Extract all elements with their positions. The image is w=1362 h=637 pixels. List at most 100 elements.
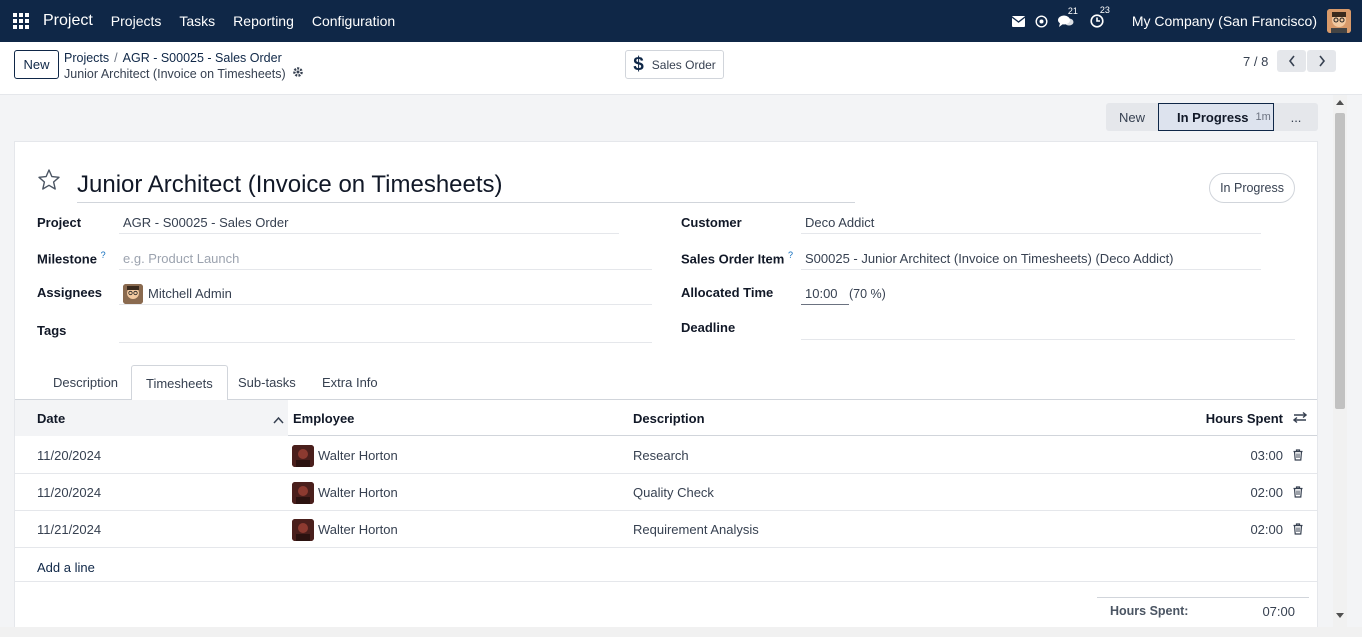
employee-name: Walter Horton [318,448,398,463]
app-grid-icon[interactable] [13,13,29,29]
sales-order-label: Sales Order [651,57,716,72]
breadcrumb-projects[interactable]: Projects [64,51,109,65]
milestone-field[interactable]: e.g. Product Launch [119,248,652,270]
trash-icon[interactable] [1293,523,1303,538]
table-footer-divider [15,581,1317,582]
gear-icon[interactable] [292,66,304,81]
employee-name: Walter Horton [318,522,398,537]
sales-order-item-label: Sales Order Item ? [681,250,793,266]
row-date[interactable]: 11/20/2024 [37,437,101,474]
row-employee[interactable]: Walter Horton [292,511,398,548]
scroll-up-icon[interactable] [1336,99,1344,105]
mail-icon[interactable] [1011,15,1025,27]
activities-icon[interactable]: 23 [1090,5,1110,28]
top-navbar: Project Projects Tasks Reporting Configu… [0,0,1362,42]
task-state-button[interactable]: In Progress [1209,173,1295,203]
customer-field[interactable]: Deco Addict [801,212,1261,234]
breadcrumb-separator: / [114,51,118,65]
customer-label: Customer [681,215,742,230]
menu-tasks[interactable]: Tasks [179,13,215,29]
menu-reporting[interactable]: Reporting [233,13,294,29]
dollar-icon: $ [633,53,644,75]
sales-order-item-help-icon[interactable]: ? [788,250,793,260]
employee-avatar [292,481,314,504]
tab-description[interactable]: Description [39,365,132,400]
employee-name: Walter Horton [318,485,398,500]
notebook-tabs: Description Timesheets Sub-tasks Extra I… [15,365,1317,401]
employee-avatar [292,444,314,467]
customer-value: Deco Addict [805,215,875,230]
row-date[interactable]: 11/20/2024 [37,474,101,511]
tab-extra-info[interactable]: Extra Info [308,365,392,400]
messages-badge: 21 [1067,5,1078,16]
column-employee[interactable]: Employee [293,400,354,436]
stage-in-progress[interactable]: In Progress 1m [1158,103,1274,131]
row-employee[interactable]: Walter Horton [292,437,398,474]
timesheet-table-header: Date Employee Description Hours Spent [15,400,1317,436]
star-icon[interactable] [37,168,61,195]
table-row[interactable]: 11/20/2024 Walter Horton Research 03:00 [15,437,1317,474]
stage-statusbar: New In Progress 1m ... [1106,103,1318,131]
tags-label: Tags [37,323,67,338]
column-hours-spent[interactable]: Hours Spent [1206,400,1283,436]
allocated-time-input[interactable]: 10:00 [801,283,849,305]
row-hours[interactable]: 02:00 [1250,511,1283,548]
assignees-label: Assignees [37,285,103,300]
tags-field[interactable] [119,321,652,343]
tab-sub-tasks[interactable]: Sub-tasks [224,365,310,400]
trash-icon[interactable] [1293,486,1303,501]
vertical-scrollbar-thumb[interactable] [1335,113,1345,409]
new-record-button[interactable]: New [14,50,59,79]
tab-timesheets[interactable]: Timesheets [131,365,228,401]
user-avatar[interactable] [1327,9,1351,33]
sales-order-smart-button[interactable]: $ Sales Order [625,50,724,79]
trash-icon[interactable] [1293,449,1303,464]
messages-icon[interactable]: 21 [1057,6,1078,28]
menu-projects[interactable]: Projects [111,13,162,29]
column-description[interactable]: Description [633,400,705,436]
pager-value[interactable]: 7 / 8 [1243,54,1268,69]
row-description[interactable]: Quality Check [633,474,714,511]
deadline-field[interactable] [801,318,1295,340]
row-hours[interactable]: 03:00 [1250,437,1283,474]
pager-next-button[interactable] [1307,50,1336,72]
row-description[interactable]: Research [633,437,689,474]
assignees-field[interactable]: Mitchell Admin [119,283,652,305]
menu-configuration[interactable]: Configuration [312,13,395,29]
breadcrumb-project[interactable]: AGR - S00025 - Sales Order [123,51,282,65]
column-date[interactable]: Date [37,400,65,436]
sales-order-item-field[interactable]: S00025 - Junior Architect (Invoice on Ti… [801,248,1261,270]
whatsapp-icon[interactable] [1035,14,1048,28]
milestone-placeholder: e.g. Product Launch [123,251,240,266]
table-row[interactable]: 11/21/2024 Walter Horton Requirement Ana… [15,511,1317,548]
timesheet-totals: Hours Spent: 07:00 [1097,597,1309,625]
breadcrumb: Projects / AGR - S00025 - Sales Order [64,51,282,65]
sales-order-item-value: S00025 - Junior Architect (Invoice on Ti… [805,251,1174,266]
row-hours[interactable]: 02:00 [1250,474,1283,511]
sales-order-item-label-text: Sales Order Item [681,251,785,267]
stage-new[interactable]: New [1106,103,1158,131]
record-name: Junior Architect (Invoice on Timesheets) [64,66,304,81]
company-switcher[interactable]: My Company (San Francisco) [1132,13,1317,29]
stage-new-label: New [1118,109,1145,125]
row-date[interactable]: 11/21/2024 [37,511,101,548]
stage-more-button[interactable]: ... [1274,103,1318,131]
horizontal-scrollbar[interactable] [0,627,1362,637]
vertical-scrollbar[interactable] [1333,95,1347,628]
app-name[interactable]: Project [43,12,93,30]
stage-more-label: ... [1290,109,1302,125]
table-row[interactable]: 11/20/2024 Walter Horton Quality Check 0… [15,474,1317,511]
row-description[interactable]: Requirement Analysis [633,511,759,548]
allocated-time-value: 10:00 [805,286,838,301]
task-title-input[interactable]: Junior Architect (Invoice on Timesheets) [77,171,855,203]
sort-ascending-icon[interactable] [273,412,284,427]
scroll-down-icon[interactable] [1336,613,1344,619]
project-field[interactable]: AGR - S00025 - Sales Order [119,212,619,234]
row-employee[interactable]: Walter Horton [292,474,398,511]
column-settings-icon[interactable] [1292,411,1308,427]
milestone-help-icon[interactable]: ? [101,250,106,260]
pager-previous-button[interactable] [1277,50,1306,72]
form-sheet: Junior Architect (Invoice on Timesheets)… [14,141,1318,631]
project-value: AGR - S00025 - Sales Order [123,215,289,230]
milestone-label: Milestone ? [37,250,106,266]
